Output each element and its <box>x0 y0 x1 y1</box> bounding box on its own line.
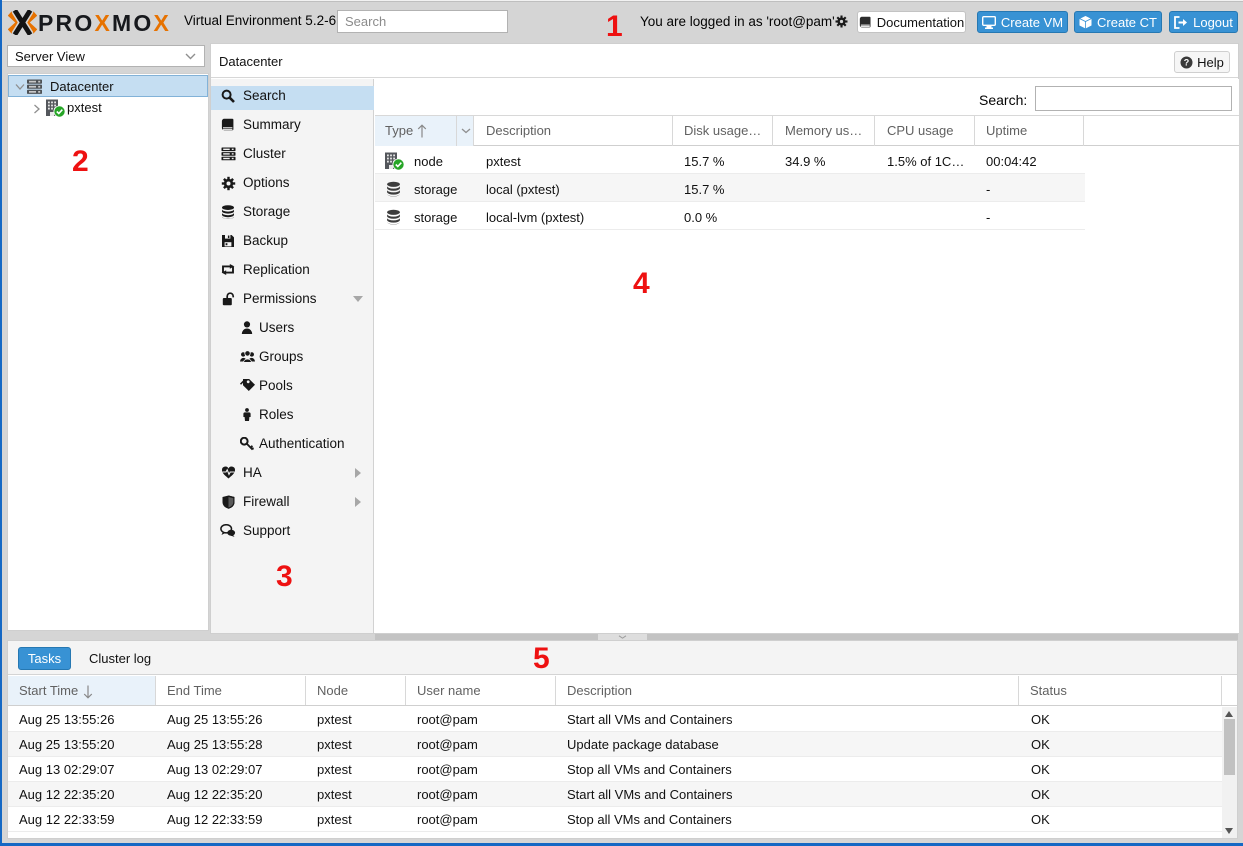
svg-text:?: ? <box>1184 57 1190 67</box>
